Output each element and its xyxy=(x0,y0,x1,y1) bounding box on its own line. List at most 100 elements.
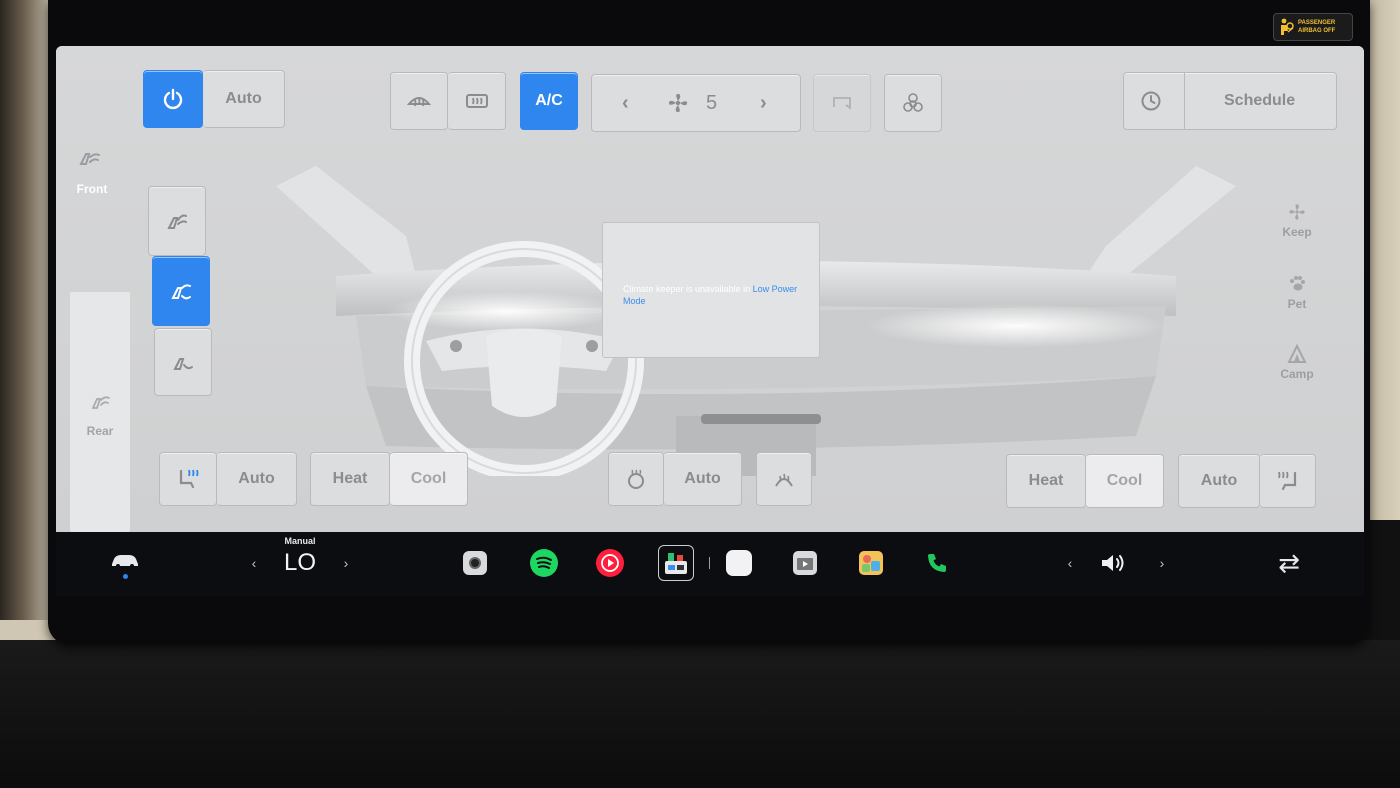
airbag-line-2: AIRBAG OFF xyxy=(1298,28,1336,34)
airbag-line-1: PASSENGER xyxy=(1298,20,1336,26)
spotify-app-button[interactable] xyxy=(528,547,560,579)
wiper-defrost-button[interactable] xyxy=(756,452,812,506)
camera-icon xyxy=(463,551,487,575)
climate-auto-label: Auto xyxy=(225,90,262,107)
schedule-divider xyxy=(1184,73,1185,129)
ac-label: A/C xyxy=(535,92,563,109)
passenger-heat-label: Heat xyxy=(1028,472,1064,489)
driver-seat-auto-label: Auto xyxy=(238,470,275,487)
paw-icon xyxy=(1290,276,1305,291)
arcade-icon xyxy=(859,551,883,575)
tent-icon xyxy=(1287,343,1307,363)
passenger-seat-auto-label: Auto xyxy=(1200,472,1238,489)
driver-heat-label: Heat xyxy=(332,470,368,487)
airbag-icon xyxy=(1281,18,1294,35)
car-button[interactable] xyxy=(108,548,142,582)
car-active-dot xyxy=(122,573,128,579)
power-icon xyxy=(163,88,183,110)
pet-mode-label: Pet xyxy=(1287,297,1307,311)
steering-heater-auto-label: Auto xyxy=(684,470,721,487)
climate-keeper-message-text: Climate keeper is unavailable in xyxy=(623,284,753,294)
theater-app-button[interactable] xyxy=(790,548,820,578)
fan-icon xyxy=(668,93,688,113)
driver-cool-button[interactable]: Cool xyxy=(390,452,468,506)
driver-heat-button[interactable]: Heat xyxy=(310,452,390,506)
keep-mode-label: Keep xyxy=(1282,225,1312,239)
rear-vent-icon xyxy=(91,396,110,409)
climate-screen: Auto A/C ‹ 5 › Schedule Front Rear Clima… xyxy=(56,46,1364,532)
passenger-seat-auto-button[interactable]: Auto xyxy=(1178,454,1260,508)
passenger-seat-heater-icon xyxy=(1277,471,1296,491)
fan-decrease-button[interactable]: ‹ xyxy=(622,92,629,115)
rear-zone-tab[interactable]: Rear xyxy=(70,292,130,532)
volume-increase-button[interactable]: › xyxy=(1152,552,1172,574)
phone-icon xyxy=(928,554,946,572)
keep-mode-button[interactable]: Keep xyxy=(1268,202,1326,239)
temp-mode-label: Manual xyxy=(278,534,322,548)
bioweapon-defense-button[interactable] xyxy=(884,74,942,132)
arcade-app-button[interactable] xyxy=(856,548,886,578)
front-zone-label[interactable]: Front xyxy=(66,182,118,196)
spotify-icon xyxy=(530,549,558,577)
passenger-seat-heater-button[interactable] xyxy=(1260,454,1316,508)
console-background xyxy=(0,640,1400,788)
driver-seat-auto-button[interactable]: Auto xyxy=(217,452,297,506)
airflow-face-button[interactable] xyxy=(148,186,206,256)
fan-increase-button[interactable]: › xyxy=(760,92,767,115)
camp-mode-button[interactable]: Camp xyxy=(1268,343,1326,381)
ac-button[interactable]: A/C xyxy=(520,72,578,130)
youtube-music-app-button[interactable] xyxy=(594,547,626,579)
passenger-cool-label: Cool xyxy=(1106,472,1143,489)
fan-speed-control: ‹ 5 › xyxy=(591,74,801,132)
rear-defrost-icon xyxy=(465,94,488,108)
volume-button[interactable] xyxy=(1098,548,1132,578)
biohazard-icon xyxy=(903,93,923,112)
notes-app-button[interactable] xyxy=(724,548,754,578)
temp-increase-button[interactable]: › xyxy=(336,552,356,574)
recirculate-icon xyxy=(833,97,851,110)
front-defrost-button[interactable] xyxy=(390,72,448,130)
climate-keeper-message: Climate keeper is unavailable in Low Pow… xyxy=(623,283,803,307)
climate-auto-button[interactable]: Auto xyxy=(203,70,285,128)
youtube-music-icon xyxy=(596,549,624,577)
seat-heater-icon xyxy=(179,469,199,489)
notes-icon xyxy=(726,550,752,576)
passenger-cool-button[interactable]: Cool xyxy=(1086,454,1164,508)
driver-seat-heater-button[interactable] xyxy=(159,452,217,506)
recirculate-button[interactable] xyxy=(813,74,871,132)
steering-heater-icon xyxy=(628,469,644,489)
swap-icon[interactable]: ⇄ xyxy=(1272,548,1306,578)
dock-separator xyxy=(706,554,712,572)
taskbar: ‹ Manual LO › ‹ › ⇄ xyxy=(56,532,1364,596)
schedule-button[interactable]: Schedule xyxy=(1123,72,1337,130)
airflow-face-icon xyxy=(167,214,187,229)
fan-speed-value: 5 xyxy=(706,91,718,114)
center-display-illustration: Climate keeper is unavailable in Low Pow… xyxy=(602,222,820,358)
climate-power-button[interactable] xyxy=(143,70,203,128)
driver-cool-label: Cool xyxy=(410,470,447,487)
front-vent-icon xyxy=(78,148,106,170)
passenger-heat-button[interactable]: Heat xyxy=(1006,454,1086,508)
temp-decrease-button[interactable]: ‹ xyxy=(244,552,264,574)
clock-icon xyxy=(1141,91,1161,111)
toybox-app-button[interactable] xyxy=(658,545,694,581)
speaker-icon xyxy=(1102,555,1124,571)
schedule-label: Schedule xyxy=(1224,92,1296,109)
passenger-airbag-indicator: PASSENGER AIRBAG OFF xyxy=(1273,13,1353,41)
car-icon xyxy=(112,554,138,568)
camera-app-button[interactable] xyxy=(460,548,490,578)
steering-heater-button[interactable] xyxy=(608,452,664,506)
volume-decrease-button[interactable]: ‹ xyxy=(1060,552,1080,574)
keep-fan-icon xyxy=(1289,204,1305,220)
temp-mode-text: Manual xyxy=(284,536,316,546)
phone-app-button[interactable] xyxy=(922,548,952,578)
theater-icon xyxy=(793,551,817,575)
airflow-face-feet-button[interactable] xyxy=(152,256,210,326)
temperature-display[interactable]: LO xyxy=(276,548,324,578)
airflow-feet-button[interactable] xyxy=(154,328,212,396)
steering-heater-auto-button[interactable]: Auto xyxy=(664,452,742,506)
rear-defrost-button[interactable] xyxy=(448,72,506,130)
rear-zone-label: Rear xyxy=(86,424,114,438)
toybox-icon xyxy=(665,553,687,574)
pet-mode-button[interactable]: Pet xyxy=(1268,274,1326,311)
